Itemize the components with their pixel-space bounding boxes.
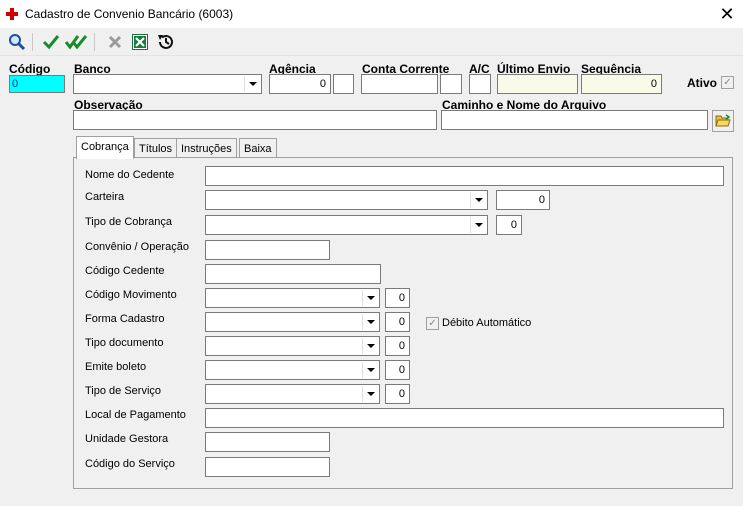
sequencia-input[interactable]: 0 [581,74,662,94]
convenio-operacao-input[interactable] [205,240,330,260]
nome-cedente-label: Nome do Cedente [85,169,175,181]
tipo-servico-select[interactable] [205,384,380,404]
search-icon[interactable] [6,31,28,53]
chevron-down-icon[interactable] [362,290,378,306]
codigo-cedente-label: Código Cedente [85,265,165,277]
local-pagamento-input[interactable] [205,408,724,428]
toolbar-separator [94,33,95,51]
debito-automatico-checkbox[interactable]: ✓ [426,317,439,330]
codigo-movimento-select[interactable] [205,288,380,308]
tab-baixa[interactable]: Baixa [239,138,277,158]
forma-cadastro-code-input[interactable]: 0 [385,312,410,332]
observacao-input[interactable] [73,110,437,130]
carteira-label: Carteira [85,191,125,203]
tipo-servico-code-input[interactable]: 0 [385,384,410,404]
window-title: Cadastro de Convenio Bancário (6003) [25,7,234,21]
chevron-down-icon[interactable] [362,362,378,378]
tipo-documento-label: Tipo documento [85,337,164,349]
codigo-movimento-label: Código Movimento [85,289,177,301]
agencia-input[interactable]: 0 [269,74,331,94]
emite-boleto-select[interactable] [205,360,380,380]
carteira-code-input[interactable]: 0 [496,190,550,210]
close-icon[interactable]: ✕ [716,3,738,25]
codigo-servico-input[interactable] [205,457,330,477]
emite-boleto-label: Emite boleto [85,361,147,373]
double-check-icon[interactable] [65,31,87,53]
check-icon[interactable] [40,31,62,53]
history-icon[interactable] [155,31,177,53]
excel-icon[interactable] [129,31,151,53]
emite-boleto-code-input[interactable]: 0 [385,360,410,380]
unidade-gestora-label: Unidade Gestora [85,433,169,445]
banco-select[interactable] [73,74,262,94]
codigo-cedente-input[interactable] [205,264,381,284]
nome-cedente-input[interactable] [205,166,724,186]
agencia-digit-input[interactable] [333,74,354,94]
codigo-movimento-code-input[interactable]: 0 [385,288,410,308]
codigo-servico-label: Código do Serviço [85,458,175,470]
conta-corrente-input[interactable] [361,74,438,94]
caminho-arquivo-input[interactable] [441,110,708,130]
carteira-select[interactable] [205,190,488,210]
open-folder-button[interactable] [712,110,734,132]
tipo-cobranca-select[interactable] [205,215,488,235]
forma-cadastro-label: Forma Cadastro [85,313,165,325]
local-pagamento-label: Local de Pagamento [85,409,186,421]
cancel-icon[interactable] [104,31,126,53]
app-red-cross-icon [6,8,18,20]
chevron-down-icon[interactable] [244,76,260,92]
chevron-down-icon[interactable] [362,386,378,402]
tab-titulos[interactable]: Títulos [134,138,178,158]
tipo-documento-code-input[interactable]: 0 [385,336,410,356]
ativo-label: Ativo [687,76,717,90]
codigo-input[interactable]: 0 [9,75,65,93]
tab-instrucoes[interactable]: Instruções [176,138,237,158]
chevron-down-icon[interactable] [362,314,378,330]
chevron-down-icon[interactable] [362,338,378,354]
ultimo-envio-input[interactable] [497,74,578,94]
folder-open-icon [715,114,731,127]
chevron-down-icon[interactable] [470,192,486,208]
convenio-operacao-label: Convênio / Operação [85,241,189,253]
ac-input[interactable] [469,74,491,94]
tipo-cobranca-code-input[interactable]: 0 [496,215,522,235]
ativo-checkbox[interactable]: ✓ [721,76,734,89]
unidade-gestora-input[interactable] [205,432,330,452]
tipo-servico-label: Tipo de Serviço [85,385,162,397]
debito-automatico-label: Débito Automático [442,317,532,329]
codigo-label: Código [9,62,51,76]
toolbar-separator [32,33,33,51]
tab-cobranca[interactable]: Cobrança [76,136,134,159]
conta-digit-input[interactable] [440,74,462,94]
forma-cadastro-select[interactable] [205,312,380,332]
tipo-cobranca-label: Tipo de Cobrança [85,216,173,228]
chevron-down-icon[interactable] [470,217,486,233]
tipo-documento-select[interactable] [205,336,380,356]
